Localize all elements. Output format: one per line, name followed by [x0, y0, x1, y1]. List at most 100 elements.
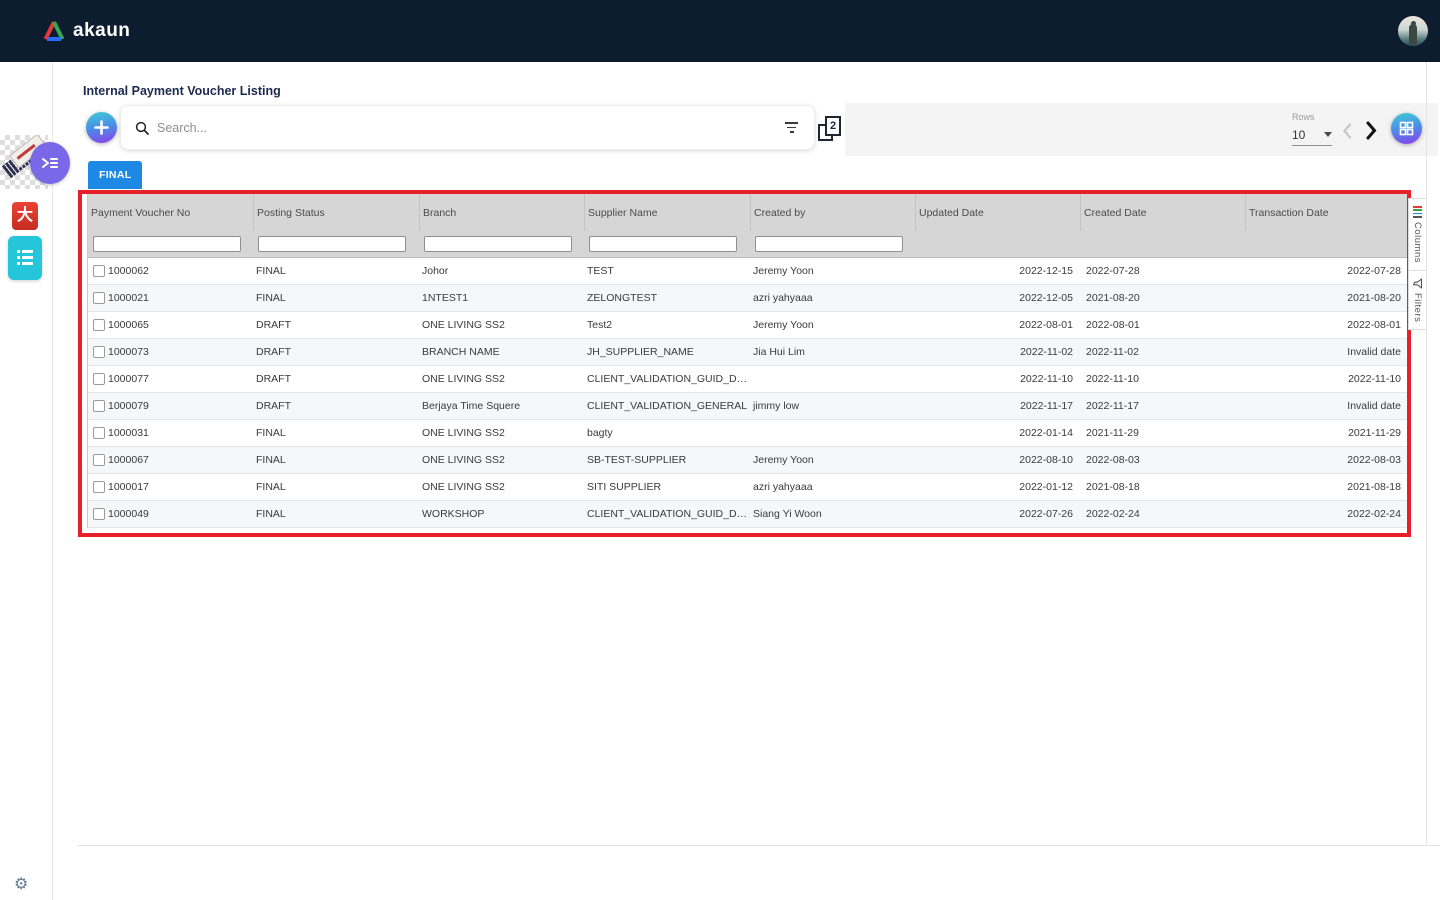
cell-voucher-no: 1000079 [108, 400, 149, 412]
cell-transaction-date: 2022-08-01 [1347, 319, 1401, 331]
cell-branch: ONE LIVING SS2 [422, 373, 505, 385]
filters-panel-tab[interactable]: Filters [1409, 269, 1426, 329]
cell-branch: BRANCH NAME [422, 346, 500, 358]
column-header-posting-status[interactable]: Posting Status [254, 194, 420, 231]
applet-menu-badge[interactable] [30, 142, 70, 184]
cell-created-by: Jeremy Yoon [753, 265, 814, 277]
cell-posting-status: DRAFT [256, 346, 291, 358]
table-row[interactable]: 1000067 FINAL ONE LIVING SS2 SB-TEST-SUP… [88, 447, 1407, 474]
cell-created-by: azri yahyaaa [753, 481, 813, 493]
add-voucher-button[interactable] [86, 112, 117, 143]
listing-app-icon[interactable] [8, 236, 42, 280]
cell-voucher-no: 1000073 [108, 346, 149, 358]
app-screen: akaun 大 ⚙ Internal Payment Voucher Listi… [0, 0, 1440, 900]
cell-transaction-date: Invalid date [1347, 346, 1401, 358]
cell-transaction-date: 2021-08-20 [1347, 292, 1401, 304]
cell-voucher-no: 1000077 [108, 373, 149, 385]
cell-updated-date: 2022-11-10 [1020, 373, 1073, 385]
duplicate-view-button[interactable]: 2 [818, 116, 841, 141]
cell-created-by: azri yahyaaa [753, 292, 813, 304]
settings-gear-icon[interactable]: ⚙ [14, 874, 28, 894]
chevron-left-icon [1342, 123, 1352, 139]
table-row[interactable]: 1000077 DRAFT ONE LIVING SS2 CLIENT_VALI… [88, 366, 1407, 393]
table-side-tabs: Columns Filters [1408, 198, 1427, 331]
list-lines-icon [17, 250, 33, 265]
avatar-person-icon [1409, 21, 1417, 44]
cell-branch: ONE LIVING SS2 [422, 427, 505, 439]
row-checkbox[interactable] [93, 373, 105, 385]
row-checkbox[interactable] [93, 481, 105, 493]
grid-view-button[interactable] [1391, 113, 1422, 144]
cell-supplier-name: TEST [587, 265, 614, 277]
cell-created-date: 2022-08-01 [1086, 319, 1140, 331]
cell-updated-date: 2022-01-12 [1019, 481, 1073, 493]
row-checkbox[interactable] [93, 346, 105, 358]
filter-input-branch[interactable] [424, 236, 572, 252]
pdf-app-icon[interactable]: 大 [12, 202, 38, 230]
row-checkbox[interactable] [93, 319, 105, 331]
user-avatar[interactable] [1398, 16, 1428, 46]
cell-posting-status: FINAL [256, 508, 286, 520]
row-checkbox[interactable] [93, 265, 105, 277]
table-row[interactable]: 1000065 DRAFT ONE LIVING SS2 Test2 Jerem… [88, 312, 1407, 339]
filter-input-created-by[interactable] [755, 236, 903, 252]
column-header-transaction-date[interactable]: Transaction Date [1246, 194, 1409, 231]
column-header-voucher-no[interactable]: Payment Voucher No [88, 194, 254, 231]
rows-per-page-select[interactable]: 10 [1292, 124, 1332, 146]
cell-posting-status: DRAFT [256, 373, 291, 385]
column-header-branch[interactable]: Branch [420, 194, 585, 231]
cell-created-by: Siang Yi Woon [753, 508, 822, 520]
previous-page-button[interactable] [1341, 122, 1353, 143]
search-filter-icon[interactable] [785, 122, 798, 133]
columns-panel-tab[interactable]: Columns [1409, 199, 1426, 270]
table-row[interactable]: 1000079 DRAFT Berjaya Time Squere CLIENT… [88, 393, 1407, 420]
table-row[interactable]: 1000049 FINAL WORKSHOP CLIENT_VALIDATION… [88, 501, 1407, 528]
filter-input-voucher-no[interactable] [93, 236, 241, 252]
row-checkbox[interactable] [93, 292, 105, 304]
page-title: Internal Payment Voucher Listing [83, 84, 281, 98]
row-checkbox[interactable] [93, 454, 105, 466]
search-input[interactable] [157, 120, 785, 135]
cell-posting-status: DRAFT [256, 400, 291, 412]
cell-branch: WORKSHOP [422, 508, 485, 520]
cell-branch: ONE LIVING SS2 [422, 319, 505, 331]
filter-input-supplier-name[interactable] [589, 236, 737, 252]
funnel-icon [1412, 278, 1423, 289]
brand-logo[interactable]: akaun [42, 19, 130, 43]
cell-created-date: 2021-11-29 [1086, 427, 1139, 439]
column-header-created-date[interactable]: Created Date [1081, 194, 1246, 231]
row-checkbox[interactable] [93, 508, 105, 520]
cell-posting-status: FINAL [256, 292, 286, 304]
table-row[interactable]: 1000021 FINAL 1NTEST1 ZELONGTEST azri ya… [88, 285, 1407, 312]
table-row[interactable]: 1000017 FINAL ONE LIVING SS2 SITI SUPPLI… [88, 474, 1407, 501]
drawer-edge-divider [1426, 62, 1427, 845]
cell-supplier-name: CLIENT_VALIDATION_GUID_DOES_NO... [587, 508, 751, 520]
tab-final[interactable]: FINAL [88, 161, 143, 189]
column-header-supplier-name[interactable]: Supplier Name [585, 194, 751, 231]
cell-branch: ONE LIVING SS2 [422, 481, 505, 493]
table-row[interactable]: 1000031 FINAL ONE LIVING SS2 bagty 2022-… [88, 420, 1407, 447]
cell-supplier-name: CLIENT_VALIDATION_GENERAL [587, 400, 748, 412]
cell-voucher-no: 1000021 [108, 292, 149, 304]
copy-front-page-icon: 2 [825, 116, 841, 136]
cell-created-by: Jeremy Yoon [753, 319, 814, 331]
next-page-button[interactable] [1364, 120, 1378, 144]
row-checkbox[interactable] [93, 400, 105, 412]
column-header-created-by[interactable]: Created by [751, 194, 916, 231]
table-body: 1000062 FINAL Johor TEST Jeremy Yoon 202… [88, 258, 1407, 528]
cell-created-date: 2021-08-20 [1086, 292, 1140, 304]
cell-voucher-no: 1000017 [108, 481, 149, 493]
cell-transaction-date: 2022-02-24 [1347, 508, 1401, 520]
search-icon [135, 121, 149, 135]
cell-transaction-date: Invalid date [1347, 400, 1401, 412]
filters-tab-label: Filters [1412, 292, 1423, 323]
cell-posting-status: FINAL [256, 265, 286, 277]
table-row[interactable]: 1000062 FINAL Johor TEST Jeremy Yoon 202… [88, 258, 1407, 285]
column-header-updated-date[interactable]: Updated Date [916, 194, 1081, 231]
akaun-triangle-icon [43, 21, 65, 41]
voucher-table: Payment Voucher No Posting Status Branch… [87, 194, 1408, 528]
cell-updated-date: 2022-11-02 [1020, 346, 1073, 358]
filter-input-posting-status[interactable] [258, 236, 406, 252]
table-row[interactable]: 1000073 DRAFT BRANCH NAME JH_SUPPLIER_NA… [88, 339, 1407, 366]
row-checkbox[interactable] [93, 427, 105, 439]
